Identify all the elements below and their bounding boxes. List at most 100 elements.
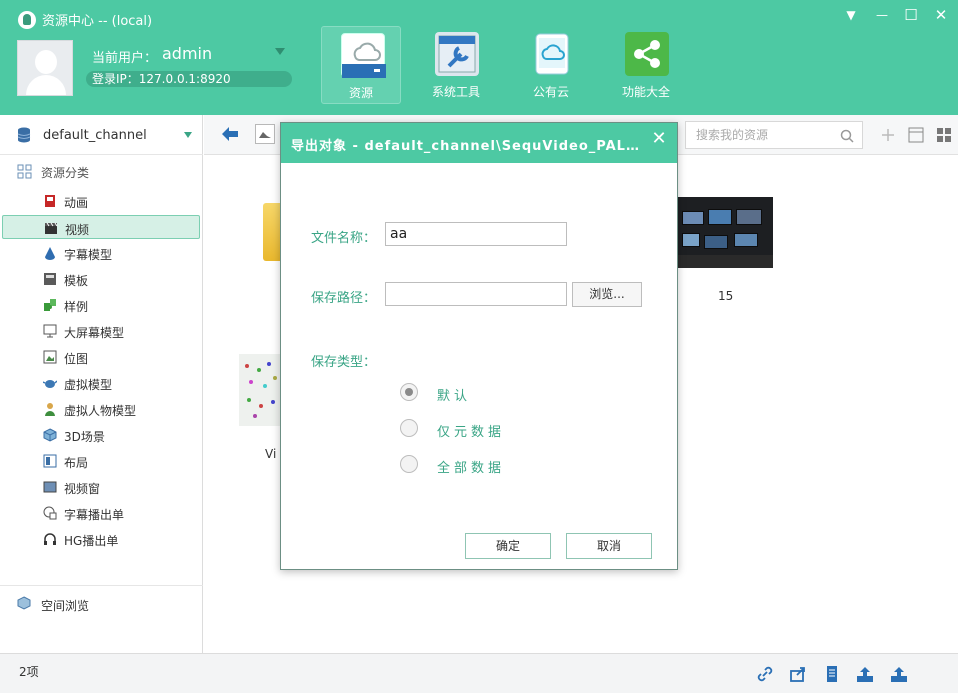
search-input[interactable] [696,126,836,144]
sidebar-item-label: 虚拟模型 [64,378,113,392]
search-box[interactable] [685,121,863,149]
sidebar-item-template[interactable]: 模板 [2,267,200,291]
animation-icon [45,195,55,207]
cancel-button[interactable]: 取消 [566,533,652,559]
sidebar-item-space-browse[interactable]: 空间浏览 [0,585,203,613]
headphones-icon [44,533,56,545]
share-icon [625,32,669,76]
drop-icon [45,247,55,260]
dialog-title-bar: 导出对象 - default_channel\SequVideo_PAL... … [281,123,677,163]
channel-name: default_channel [43,128,147,143]
sidebar-item-3d-scene[interactable]: 3D场景 [2,423,200,447]
nav-resources[interactable]: 资源 [321,26,401,104]
chevron-down-icon[interactable] [184,132,192,138]
sidebar-item-label: 模板 [64,274,89,288]
sidebar-item-video[interactable]: 视频 [2,215,200,239]
sidebar-item-big-screen-model[interactable]: 大屏幕模型 [2,319,200,343]
sidebar-item-bitmap[interactable]: 位图 [2,345,200,369]
current-user-label: 当前用户： [92,51,158,66]
sidebar-item-label: 样例 [64,300,89,314]
export-dialog: 导出对象 - default_channel\SequVideo_PAL... … [280,122,678,570]
nav-public-cloud-label: 公有云 [532,85,569,99]
image-icon [259,132,271,138]
radio-default[interactable] [400,383,418,401]
nav-system-tools-label: 系统工具 [431,85,480,99]
sidebar-item-label: 大屏幕模型 [64,326,125,340]
ok-button[interactable]: 确定 [465,533,551,559]
dialog-title: 导出对象 - default_channel\SequVideo_PAL... [291,139,643,154]
status-bar: 2项 [0,653,958,693]
cloud-phone-icon [530,32,574,76]
nav-public-cloud[interactable]: 公有云 [511,26,591,104]
browse-button[interactable]: 浏览... [572,282,642,307]
list-view-icon[interactable] [908,127,924,143]
window-menu-button[interactable]: ▼ [840,6,862,24]
app-title-bar: 资源中心 -- (local) [18,10,152,29]
link-icon[interactable] [756,665,774,683]
item-count: 2项 [19,665,39,679]
monitor-icon [43,324,57,338]
category-header-label: 资源分类 [41,166,90,180]
sidebar-item-hg-playlist[interactable]: HG播出单 [2,527,200,551]
item-label-vi: Vi [265,447,277,461]
sidebar-item-label: 视频窗 [64,482,101,496]
filename-label: 文件名称： [311,231,377,246]
avatar[interactable] [17,40,73,96]
sidebar-item-animation[interactable]: 动画 [2,189,200,213]
video-thumbnail-15[interactable] [678,197,773,268]
sidebar-item-label: 布局 [64,456,89,470]
nav-all-features-label: 功能大全 [621,85,670,99]
sidebar-item-label: 动画 [64,196,89,210]
category-header: 资源分类 [0,161,203,183]
upload-tray-alt-icon[interactable] [890,665,908,683]
video-thumbnail-vi[interactable] [239,354,281,426]
filename-input[interactable] [385,222,567,246]
back-arrow-icon[interactable] [220,125,240,143]
app-logo-icon [18,10,36,29]
tools-icon [435,32,479,76]
radio-metadata-only[interactable] [400,419,418,437]
sidebar-item-subtitle-model[interactable]: 字幕模型 [2,241,200,265]
dialog-close-button[interactable]: ✕ [649,129,669,149]
clapperboard-icon [45,222,58,234]
sidebar-item-subtitle-playlist[interactable]: 字幕播出单 [2,501,200,525]
sidebar-item-label: 虚拟人物模型 [64,404,137,418]
bitmap-icon [43,350,57,364]
sidebar-item-virtual-person-model[interactable]: 虚拟人物模型 [2,397,200,421]
boxes-icon [17,596,31,610]
sidebar-item-label: 视频 [65,223,90,237]
save-type-label: 保存类型： [311,355,377,370]
export-icon[interactable] [789,665,807,683]
sidebar-item-virtual-model[interactable]: 虚拟模型 [2,371,200,395]
sidebar: default_channel 资源分类 动画 视频 字幕模型 模板 样例 大屏… [0,115,203,653]
radio-default-label: 默认 [437,389,472,404]
space-browse-label: 空间浏览 [41,599,90,613]
add-icon[interactable] [880,127,896,143]
radio-metadata-only-label: 仅元数据 [437,425,506,440]
channel-selector[interactable]: default_channel [0,115,203,155]
save-path-input[interactable] [385,282,567,306]
sidebar-item-label: HG播出单 [64,534,119,548]
teapot-icon [43,380,57,388]
search-icon[interactable] [840,129,854,143]
minimize-button[interactable]: — [871,6,893,24]
nav-system-tools[interactable]: 系统工具 [416,26,496,104]
video-window-icon [43,481,57,493]
sidebar-item-sample[interactable]: 样例 [2,293,200,317]
layout-icon [43,454,57,468]
sidebar-item-video-window[interactable]: 视频窗 [2,475,200,499]
cloud-disk-icon [341,33,386,78]
nav-all-features[interactable]: 功能大全 [606,26,686,104]
user-dropdown-icon[interactable] [275,48,285,55]
radio-all-data-label: 全部数据 [437,461,506,476]
home-button[interactable] [255,124,275,144]
save-path-label: 保存路径： [311,291,377,306]
upload-tray-icon[interactable] [856,665,874,683]
login-ip: 登录IP：127.0.0.1:8920 [86,71,292,87]
document-icon[interactable] [823,665,841,683]
sidebar-item-layout[interactable]: 布局 [2,449,200,473]
close-window-button[interactable]: ✕ [930,6,952,24]
maximize-button[interactable]: ☐ [900,6,922,24]
radio-all-data[interactable] [400,455,418,473]
grid-view-icon[interactable] [936,127,952,143]
